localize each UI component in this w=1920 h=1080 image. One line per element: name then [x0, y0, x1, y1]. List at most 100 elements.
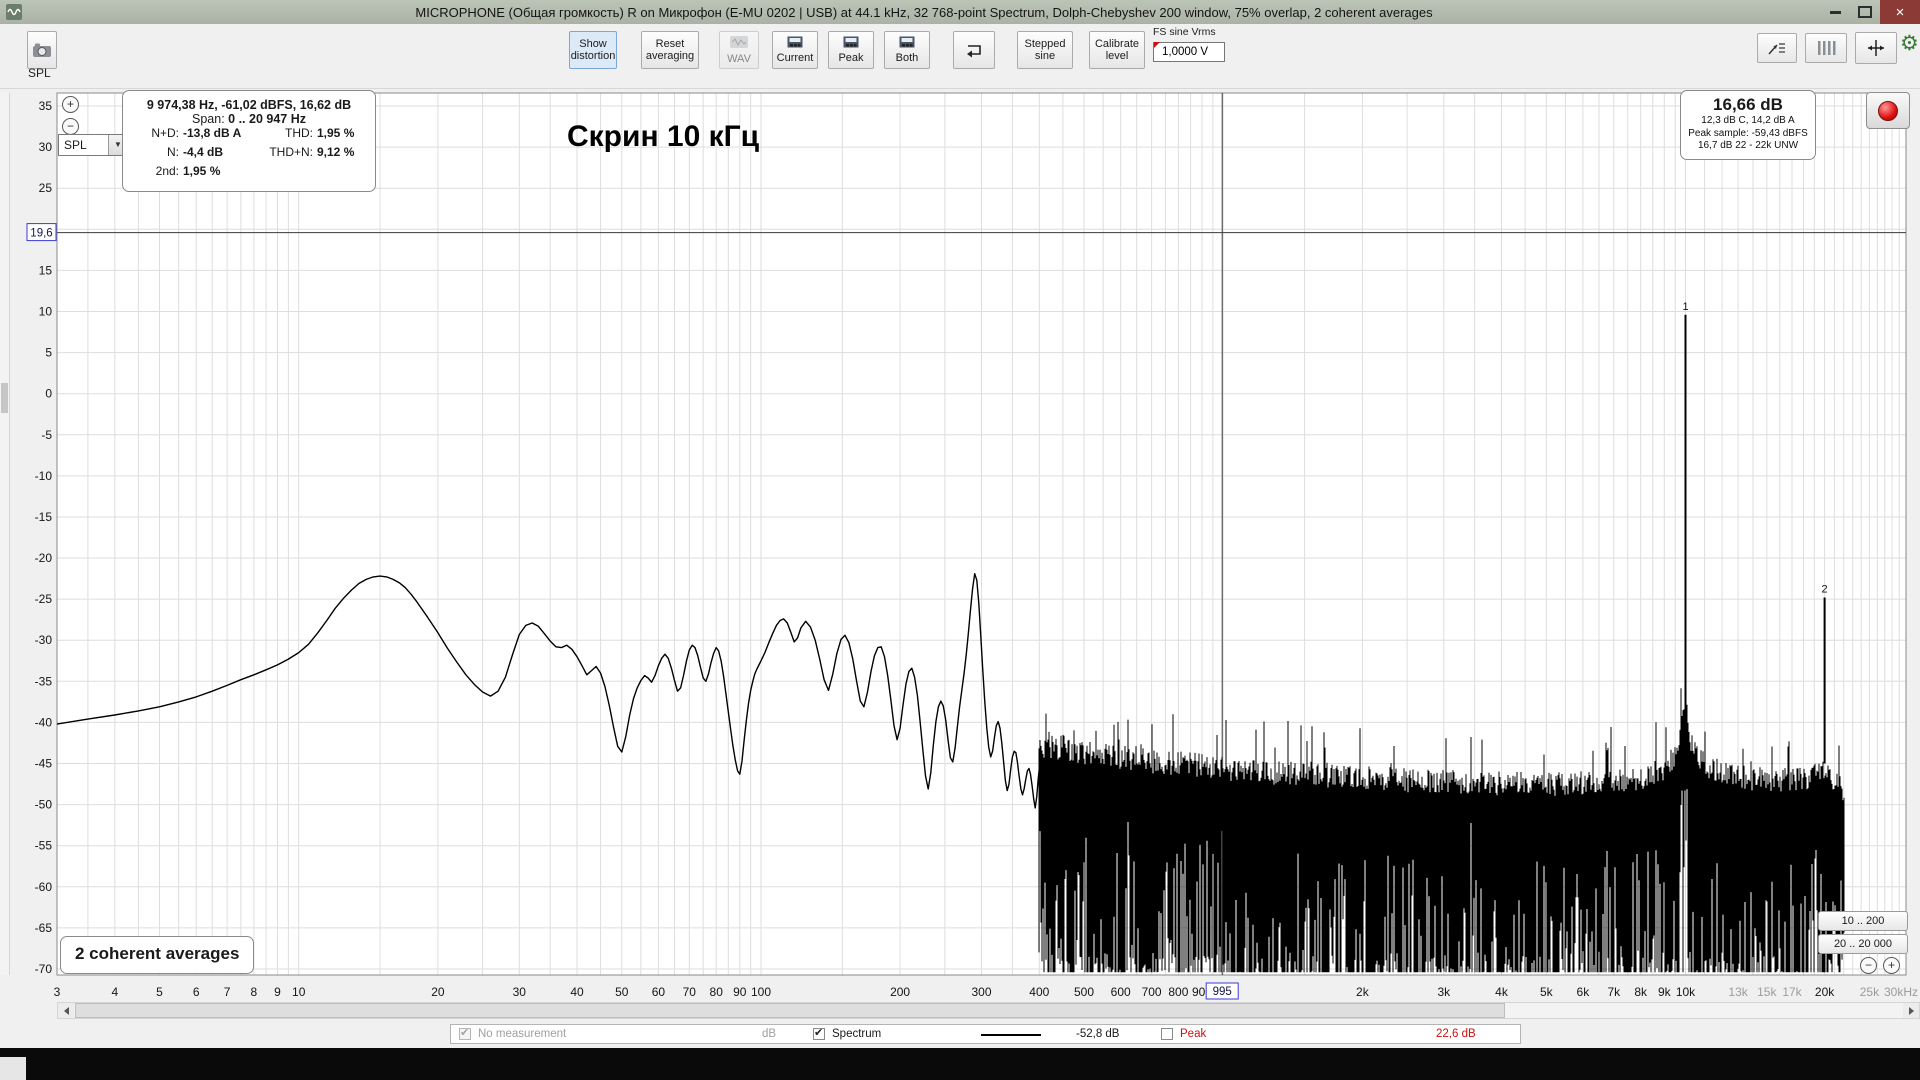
no-measurement-checkbox[interactable]: [459, 1028, 471, 1040]
unit-select[interactable]: SPL ▼: [58, 134, 128, 156]
svg-text:10k: 10k: [1676, 985, 1696, 999]
svg-text:5: 5: [45, 346, 52, 360]
svg-text:-60: -60: [35, 880, 53, 894]
show-distortion-button[interactable]: Show distortion: [569, 31, 617, 69]
svg-text:4k: 4k: [1495, 985, 1509, 999]
title-bar[interactable]: MICROPHONE (Общая громкость) R on Микроф…: [0, 0, 1920, 25]
svg-text:10: 10: [292, 985, 306, 999]
x-zoom-out-button[interactable]: −: [1860, 957, 1877, 974]
svg-text:25k: 25k: [1860, 985, 1880, 999]
svg-text:6: 6: [193, 985, 200, 999]
n-readout: N:-4,4 dB: [133, 145, 223, 159]
svg-text:20k: 20k: [1815, 985, 1835, 999]
loop-generator-button[interactable]: [953, 31, 995, 69]
unit-select-value: SPL: [59, 135, 108, 155]
minimize-button[interactable]: [1820, 1, 1850, 24]
vertical-scrollbar[interactable]: [0, 93, 10, 975]
pan-zoom-button[interactable]: [1855, 32, 1897, 64]
cursor-readout-line: 9 974,38 Hz, -61,02 dBFS, 16,62 dB: [123, 98, 375, 112]
svg-text:4: 4: [111, 985, 118, 999]
cursor-readout-icon: [1766, 39, 1788, 57]
svg-text:700: 700: [1142, 985, 1162, 999]
stepped-sine-button[interactable]: Stepped sine: [1017, 31, 1073, 69]
horizontal-scrollbar[interactable]: [57, 1002, 1920, 1019]
fs-sine-input[interactable]: [1153, 42, 1225, 62]
current-spectrum-button[interactable]: Current: [772, 31, 818, 69]
bars-icon: [1815, 39, 1837, 57]
svg-text:17k: 17k: [1782, 985, 1802, 999]
zoom-in-button[interactable]: +: [62, 96, 79, 113]
peak-1-label: 1: [1682, 301, 1688, 313]
taskbar[interactable]: [0, 1048, 1920, 1080]
y-axis-unit-label: SPL: [28, 66, 51, 80]
maximize-button[interactable]: [1850, 1, 1880, 24]
svg-text:13k: 13k: [1728, 985, 1748, 999]
current-label: Current: [777, 52, 814, 64]
range-20-20000-button[interactable]: 20 .. 20 000: [1818, 934, 1908, 954]
svg-text:3k: 3k: [1437, 985, 1451, 999]
svg-text:5: 5: [156, 985, 163, 999]
wave-file-icon: [729, 35, 749, 52]
zoom-out-button[interactable]: −: [62, 118, 79, 135]
calibrate-level-button[interactable]: Calibrate level: [1089, 31, 1145, 69]
span-line: Span: 0 .. 20 947 Hz: [123, 112, 375, 126]
spectrum-checkbox[interactable]: [813, 1028, 825, 1040]
svg-text:-25: -25: [35, 592, 53, 606]
svg-text:9: 9: [274, 985, 281, 999]
record-button[interactable]: [1866, 92, 1910, 129]
loop-icon: [963, 41, 985, 59]
record-icon: [1878, 101, 1898, 121]
level-bandwidth-value: 16,7 dB 22 - 22k UNW: [1681, 140, 1815, 153]
svg-text:50: 50: [615, 985, 629, 999]
svg-text:-20: -20: [35, 551, 53, 565]
memory-icon: [899, 36, 915, 51]
no-measurement-label: No measurement: [478, 1025, 566, 1043]
db-unit-label: dB: [762, 1025, 776, 1043]
svg-text:90: 90: [733, 985, 747, 999]
svg-text:40: 40: [570, 985, 584, 999]
close-button[interactable]: ×: [1880, 0, 1920, 24]
wav-button[interactable]: WAV: [719, 31, 759, 69]
screenshot-button[interactable]: [27, 31, 57, 69]
scroll-left-button[interactable]: [58, 1003, 74, 1018]
horizontal-scrollbar-thumb[interactable]: [75, 1003, 1505, 1018]
both-spectra-button[interactable]: Both: [884, 31, 930, 69]
grid-bars-button[interactable]: [1805, 33, 1847, 63]
x-zoom-in-button[interactable]: +: [1883, 957, 1900, 974]
svg-text:500: 500: [1074, 985, 1094, 999]
svg-text:80: 80: [710, 985, 724, 999]
svg-text:8: 8: [251, 985, 258, 999]
thd-readout: THD:1,95 %: [261, 126, 354, 140]
window-title: MICROPHONE (Общая громкость) R on Микроф…: [28, 5, 1820, 20]
svg-text:3: 3: [54, 985, 61, 999]
svg-text:7: 7: [224, 985, 231, 999]
svg-text:2k: 2k: [1356, 985, 1370, 999]
cursor-info-box: 9 974,38 Hz, -61,02 dBFS, 16,62 dB Span:…: [122, 90, 376, 192]
vertical-scrollbar-thumb[interactable]: [1, 383, 8, 413]
peak-spectrum-button[interactable]: Peak: [828, 31, 874, 69]
range-10-200-button[interactable]: 10 .. 200: [1818, 911, 1908, 931]
reset-averaging-button[interactable]: Reset averaging: [641, 31, 699, 69]
right-arrow-icon: [1909, 1007, 1914, 1015]
settings-gear-icon[interactable]: ⚙: [1900, 31, 1919, 56]
scroll-right-button[interactable]: [1903, 1003, 1919, 1018]
svg-text:300: 300: [971, 985, 991, 999]
app-icon: [6, 4, 22, 20]
camera-icon: [32, 42, 52, 58]
minimize-icon: [1830, 11, 1841, 14]
svg-text:-70: -70: [35, 962, 53, 976]
svg-text:-50: -50: [35, 798, 53, 812]
cursor-readout-button[interactable]: [1757, 33, 1797, 63]
peak-label: Peak: [1180, 1025, 1206, 1043]
svg-text:200: 200: [890, 985, 910, 999]
svg-text:-5: -5: [41, 428, 52, 442]
taskbar-app-button[interactable]: [0, 1057, 26, 1080]
svg-text:15k: 15k: [1757, 985, 1777, 999]
svg-text:10: 10: [39, 305, 53, 319]
svg-text:-10: -10: [35, 469, 53, 483]
peak-checkbox[interactable]: [1161, 1028, 1173, 1040]
svg-text:30: 30: [513, 985, 527, 999]
spectrum-value: -52,8 dB: [1076, 1025, 1119, 1043]
svg-text:60: 60: [652, 985, 666, 999]
svg-text:-35: -35: [35, 674, 53, 688]
